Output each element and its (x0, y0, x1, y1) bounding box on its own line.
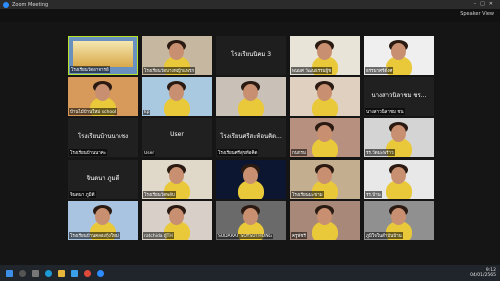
store-icon[interactable] (71, 269, 78, 277)
participant-face (317, 167, 332, 184)
participant-name-label: กนกรม (291, 149, 307, 156)
participant-tile[interactable]: บ้านไม้บ้านใหม่ school (68, 77, 138, 116)
participant-name-label: ธรรมาศร์ตั้งศ (365, 67, 394, 74)
participant-name-display: โรงเรียนนิคม 3 (230, 51, 272, 58)
participant-name-label: รร.บ้าน (365, 191, 382, 198)
participant-name-label: ratchida ผู้TH (143, 232, 174, 239)
participant-name-display: โรงเรียนบ้านนาเชง (77, 133, 129, 140)
participant-face (169, 43, 184, 60)
chrome-icon[interactable] (84, 269, 91, 277)
edge-icon[interactable] (45, 269, 52, 277)
participant-tile[interactable]: User User (142, 118, 212, 157)
participant-name-display: นางสาวนิลาชม ชร... (371, 92, 427, 99)
clock-date: 04/01/2565 (470, 273, 496, 278)
system-tray: 9:12 04/01/2565 (470, 268, 496, 278)
participant-name-label: จินตนา ภูมิดี (69, 191, 96, 198)
speaker-view-button[interactable]: Speaker View (460, 11, 494, 17)
top-strip (0, 9, 500, 22)
window-controls[interactable]: –□✕ (474, 1, 497, 7)
file-explorer-icon[interactable] (58, 269, 65, 277)
participant-tile[interactable]: โรงเรียนบ้านคลองกุ้งใหม่ (68, 201, 138, 240)
participant-tile[interactable]: นางสาวนิลาชม ชร... นางสาวนิลาชม ชน (364, 77, 434, 116)
participant-tile[interactable]: ธรรมาศร์ตั้งศ (364, 36, 434, 75)
participant-name-label: โรงเรียนวัดบางหญ้าแพรก (143, 67, 196, 74)
participant-name-label: SUDARAT SOYSUTHONG (217, 234, 274, 239)
window-title: Zoom Meeting (12, 1, 49, 8)
participant-face (317, 208, 332, 225)
participant-name-label: โรงเรียนศรีสุขท้อคิด (217, 149, 259, 156)
participant-tile[interactable]: โรงเรียนนิคม 3 (216, 36, 286, 75)
participant-name-label: รร.วัดมะพร้าว (365, 149, 395, 156)
participant-face (95, 208, 110, 225)
participant-face (243, 84, 258, 101)
participant-tile[interactable]: ครูพัชรี (290, 201, 360, 240)
zoom-taskbar-icon[interactable] (97, 269, 104, 277)
title-bar: Zoom Meeting –□✕ (0, 0, 500, 9)
task-view-icon[interactable] (32, 269, 39, 277)
participant-tile[interactable]: โรงเรียนวัดบางหญ้าแพรก (142, 36, 212, 75)
participant-tile[interactable]: ภูมิใจในสำบันบ้าน (364, 201, 434, 240)
participant-face (169, 208, 184, 225)
participant-tile[interactable]: SUDARAT SOYSUTHONG (216, 201, 286, 240)
participant-name-label: บ้านไม้บ้านใหม่ school (69, 108, 118, 115)
participant-name-display: โรงเรียนศรีสะท้อนคิด... (220, 133, 282, 140)
participant-name-label: kp (143, 110, 151, 115)
participant-face (169, 84, 184, 101)
participant-face (317, 84, 332, 101)
participant-face (391, 125, 406, 142)
participant-tile[interactable]: โรงเรียนศรีสะท้อนคิด... โรงเรียนศรีสุขท้อ… (216, 118, 286, 157)
participant-tile[interactable] (216, 77, 286, 116)
participant-tile[interactable]: ratchida ผู้TH (142, 201, 212, 240)
participant-tile[interactable]: โรงเรียนบ้านนาเชงโรงเรียนบ้านนาคะ (68, 118, 138, 157)
zoom-logo-icon (3, 1, 9, 8)
participant-tile[interactable]: kp (142, 77, 212, 116)
participant-name-display: User (170, 131, 184, 138)
participant-tile[interactable] (290, 77, 360, 116)
participant-tile[interactable]: โรงเรียนวัดพลับ (142, 160, 212, 199)
participant-name-label: User (143, 151, 156, 156)
participant-face (391, 208, 406, 225)
participant-tile[interactable]: พนมศ วัฒนธรรมผู้ช (290, 36, 360, 75)
participant-name-display: จินดนา ภูมดี (86, 175, 120, 182)
participant-name-label: โรงเรียนบ้านนาคะ (69, 149, 108, 156)
participant-tile[interactable]: โรงเรียนวัดอาจารย์ (68, 36, 138, 75)
participant-tile[interactable]: รร.บ้าน (364, 160, 434, 199)
participant-face (243, 167, 258, 184)
participant-tile[interactable]: รร.วัดมะพร้าว (364, 118, 434, 157)
participant-face (317, 125, 332, 142)
participant-name-label: โรงเรียนบ้านคลองกุ้งใหม่ (69, 232, 120, 239)
participant-face (317, 43, 332, 60)
participant-face (391, 43, 406, 60)
participant-name-label: โรงเรียนมะขาม (291, 191, 324, 198)
participant-name-label: โรงเรียนวัดอาจารย์ (70, 66, 110, 73)
participant-name-label: ภูมิใจในสำบันบ้าน (365, 232, 403, 239)
participant-face (169, 167, 184, 184)
search-icon[interactable] (19, 269, 26, 277)
participant-face (391, 167, 406, 184)
participant-name-label: พนมศ วัฒนธรรมผู้ช (291, 67, 333, 74)
participant-tile[interactable] (216, 160, 286, 199)
windows-start-icon[interactable] (6, 269, 13, 277)
participant-name-label: โรงเรียนวัดพลับ (143, 191, 176, 198)
participant-face (243, 208, 258, 225)
participant-name-label: นางสาวนิลาชม ชน (365, 108, 405, 115)
gallery-grid: โรงเรียนวัดอาจารย์ โรงเรียนวัดบางหญ้าแพรก… (68, 36, 435, 244)
participant-tile[interactable]: โรงเรียนมะขาม (290, 160, 360, 199)
participant-name-label: ครูพัชรี (291, 232, 307, 239)
participant-face (95, 84, 110, 101)
participant-tile[interactable]: จินดนา ภูมดีจินตนา ภูมิดี (68, 160, 138, 199)
taskbar: 9:12 04/01/2565 (0, 265, 500, 281)
participant-tile[interactable]: กนกรม (290, 118, 360, 157)
shared-slide (73, 41, 133, 67)
